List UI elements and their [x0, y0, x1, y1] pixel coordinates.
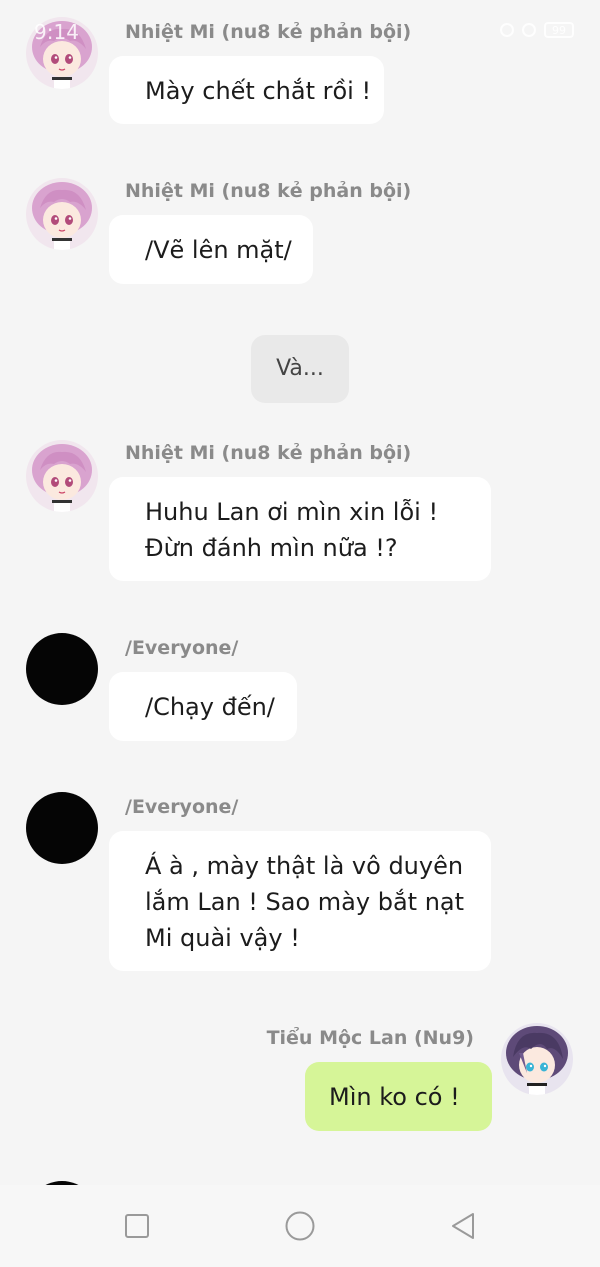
- pink-hair-character-avatar-icon: [26, 17, 98, 89]
- sender-name: /Everyone/: [125, 637, 239, 659]
- message-text: /Vẽ lên mặt/: [145, 236, 292, 264]
- avatar-nhiet-mi[interactable]: [26, 17, 98, 89]
- navigation-bar: [0, 1185, 600, 1267]
- message-bubble[interactable]: Á à , mày thật là vô duyên lắm Lan ! Sao…: [109, 831, 491, 971]
- square-recents-icon: [125, 1214, 149, 1238]
- message-bubble-self[interactable]: Mìn ko có !: [305, 1062, 492, 1131]
- sender-name: Nhiệt Mi (nu8 kẻ phản bội): [125, 180, 412, 202]
- narration-bubble[interactable]: Và...: [251, 335, 349, 403]
- chat-thread[interactable]: Nhiệt Mi (nu8 kẻ phản bội) Mày chết chắt…: [0, 0, 600, 1185]
- message-bubble[interactable]: /Vẽ lên mặt/: [109, 215, 313, 284]
- avatar-everyone[interactable]: [26, 792, 98, 864]
- sender-name: Tiểu Mộc Lan (Nu9): [266, 1027, 474, 1049]
- sender-name: Nhiệt Mi (nu8 kẻ phản bội): [125, 21, 412, 43]
- pink-hair-character-avatar-icon: [26, 440, 98, 512]
- message-text: Huhu Lan ơi mìn xin lỗi !: [145, 498, 439, 526]
- message-bubble[interactable]: Huhu Lan ơi mìn xin lỗi ! Đừn đánh mìn n…: [109, 477, 491, 581]
- message-text: Á à , mày thật là vô duyên: [145, 852, 464, 880]
- avatar-nhiet-mi[interactable]: [26, 440, 98, 512]
- message-text: Mày chết chắt rồi !: [145, 77, 372, 105]
- purple-hair-character-avatar-icon: [501, 1023, 573, 1095]
- message-text: Mi quài vậy !: [145, 924, 300, 952]
- recents-button[interactable]: [110, 1199, 164, 1253]
- avatar-everyone[interactable]: [26, 633, 98, 705]
- circle-home-icon: [285, 1211, 315, 1241]
- message-bubble[interactable]: Mày chết chắt rồi !: [109, 56, 384, 124]
- sender-name: Nhiệt Mi (nu8 kẻ phản bội): [125, 442, 412, 464]
- home-button[interactable]: [273, 1199, 327, 1253]
- sender-name: /Everyone/: [125, 796, 239, 818]
- message-text: Mìn ko có !: [329, 1083, 460, 1111]
- pink-hair-character-avatar-icon: [26, 178, 98, 250]
- message-text: Đừn đánh mìn nữa !?: [145, 534, 398, 562]
- back-button[interactable]: [436, 1199, 490, 1253]
- message-bubble[interactable]: /Chạy đến/: [109, 672, 297, 741]
- avatar-tieu-moc-lan[interactable]: [501, 1023, 573, 1095]
- triangle-back-icon: [452, 1213, 474, 1239]
- avatar-nhiet-mi[interactable]: [26, 178, 98, 250]
- message-text: /Chạy đến/: [145, 693, 275, 721]
- message-text: lắm Lan ! Sao mày bắt nạt: [145, 888, 465, 916]
